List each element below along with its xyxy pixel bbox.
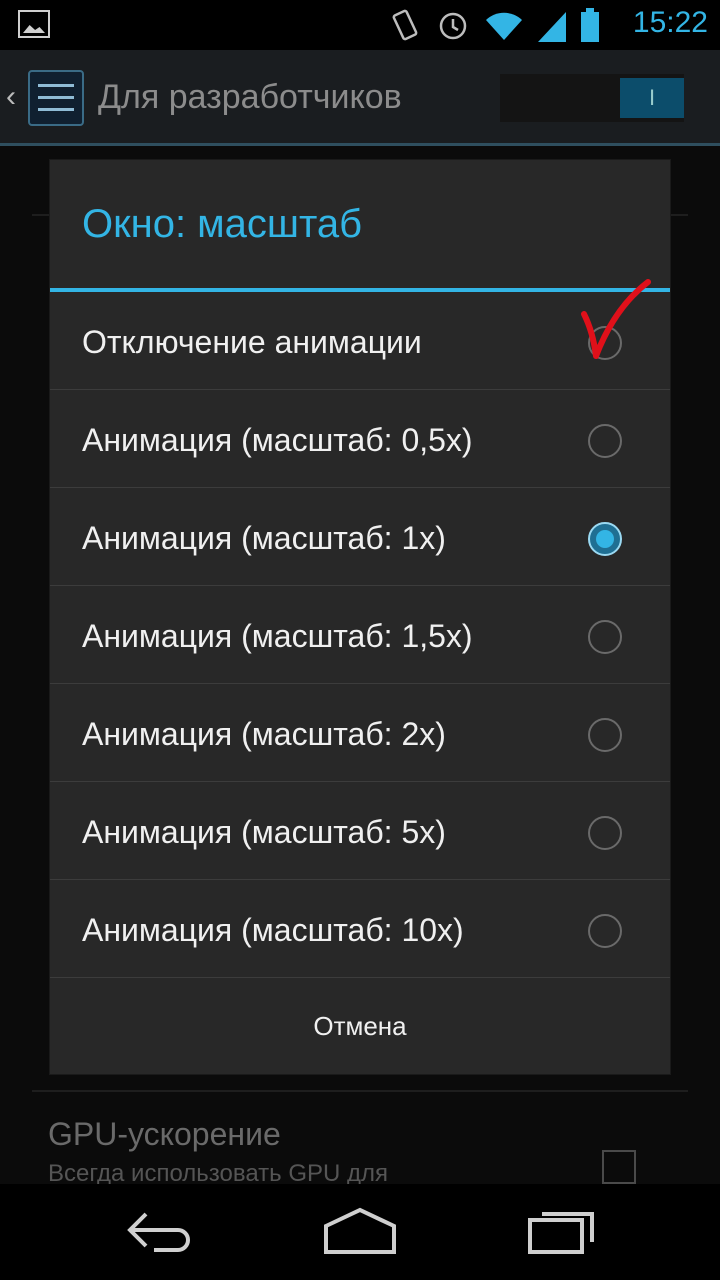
radio-button-selected[interactable]	[588, 522, 622, 556]
navigation-bar	[0, 1184, 720, 1280]
radio-button[interactable]	[588, 620, 622, 654]
red-checkmark-annotation-icon	[581, 279, 651, 359]
signal-icon	[538, 12, 566, 42]
developer-options-switch[interactable]: I	[500, 74, 684, 122]
gpu-acceleration-title[interactable]: GPU-ускорение	[48, 1116, 281, 1153]
radio-button[interactable]	[588, 424, 622, 458]
option-label: Анимация (масштаб: 5x)	[82, 814, 446, 850]
window-scale-dialog: Окно: масштаб Отключение анимации Анимац…	[50, 160, 670, 1074]
battery-icon	[581, 8, 599, 42]
dialog-title: Окно: масштаб	[82, 202, 363, 246]
alarm-icon	[439, 12, 467, 40]
option-scale-5x[interactable]: Анимация (масштаб: 5x)	[50, 782, 670, 880]
option-label: Анимация (масштаб: 1,5x)	[82, 618, 473, 654]
option-label: Анимация (масштаб: 1x)	[82, 520, 446, 556]
option-scale-2x[interactable]: Анимация (масштаб: 2x)	[50, 684, 670, 782]
option-scale-1x[interactable]: Анимация (масштаб: 1x)	[50, 488, 670, 586]
option-scale-0-5x[interactable]: Анимация (масштаб: 0,5x)	[50, 390, 670, 488]
developer-settings-icon[interactable]	[28, 70, 84, 126]
home-icon[interactable]	[322, 1206, 398, 1256]
option-scale-1-5x[interactable]: Анимация (масштаб: 1,5x)	[50, 586, 670, 684]
option-label: Анимация (масштаб: 0,5x)	[82, 422, 473, 458]
option-label: Анимация (масштаб: 2x)	[82, 716, 446, 752]
switch-knob: I	[620, 78, 684, 118]
wifi-icon	[486, 12, 522, 41]
option-animation-off[interactable]: Отключение анимации	[50, 292, 670, 390]
page-title: Для разработчиков	[98, 78, 402, 116]
radio-button[interactable]	[588, 816, 622, 850]
cancel-button[interactable]: Отмена	[50, 978, 670, 1074]
radio-button[interactable]	[588, 914, 622, 948]
clock: 15:22	[632, 6, 708, 39]
image-notification-icon	[18, 10, 50, 38]
status-icons	[388, 8, 600, 42]
option-scale-10x[interactable]: Анимация (масштаб: 10x)	[50, 880, 670, 978]
option-label: Анимация (масштаб: 10x)	[82, 912, 464, 948]
dialog-button-bar: Отмена	[50, 978, 670, 1074]
gpu-acceleration-checkbox[interactable]	[602, 1150, 636, 1184]
recent-apps-icon[interactable]	[526, 1206, 598, 1256]
up-caret-icon[interactable]: ‹	[6, 80, 16, 114]
vibrate-icon	[392, 9, 418, 41]
back-icon[interactable]	[124, 1206, 196, 1256]
radio-button[interactable]	[588, 718, 622, 752]
status-bar: 15:22	[0, 0, 720, 50]
action-bar: ‹ Для разработчиков I	[0, 50, 720, 146]
divider	[32, 1090, 688, 1092]
option-label: Отключение анимации	[82, 324, 422, 360]
